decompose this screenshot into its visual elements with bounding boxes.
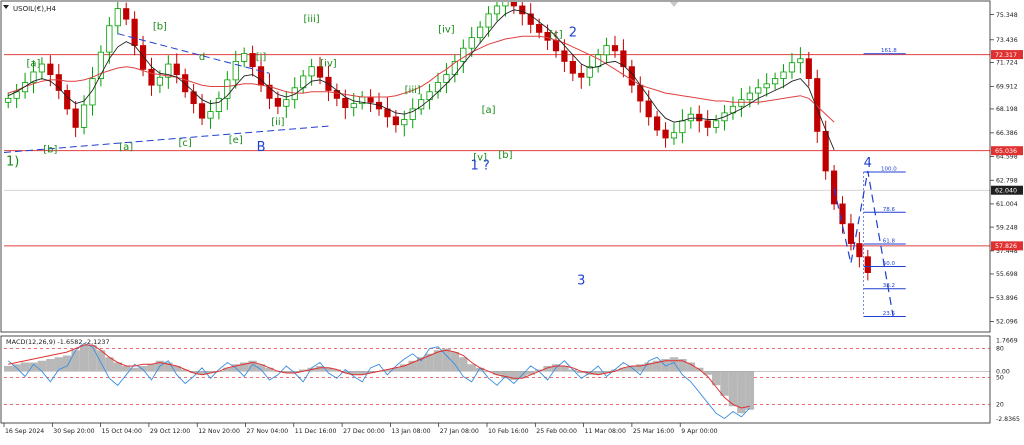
macd-histogram-bar	[88, 345, 97, 372]
time-axis-label: 13 Jan 08:00	[391, 428, 430, 435]
macd-histogram-bar	[46, 359, 55, 372]
fib-level-label: 161.8	[881, 48, 897, 54]
price-tag: 72.317	[991, 50, 1023, 60]
time-axis-label: 11 Mar 08:00	[585, 428, 626, 435]
wave-label-green: [e]	[229, 135, 243, 146]
macd-histogram-bar	[4, 366, 13, 372]
macd-histogram-bar	[459, 357, 468, 372]
price-axis-tick: 75.348	[996, 12, 1018, 19]
price-axis-tick: 61.004	[996, 201, 1018, 208]
svg-text:65.036: 65.036	[995, 148, 1017, 155]
time-axis-label: 10 Feb 16:00	[488, 428, 529, 435]
wave-label-degree: 1)	[6, 155, 19, 170]
macd-axis-tick: 80	[996, 346, 1004, 353]
macd-histogram-bar	[62, 355, 72, 372]
time-axis-label: 27 Jan 08:00	[440, 428, 479, 435]
price-axis-tick: 62.798	[996, 177, 1018, 184]
wave-label-blue: B	[257, 140, 266, 155]
time-axis-label: 30 Sep 20:00	[53, 428, 94, 435]
macd-histogram-bar	[147, 364, 156, 372]
price-tag: 65.036	[991, 146, 1023, 156]
time-axis-label: 25 Mar 16:00	[633, 428, 674, 435]
wave-label-blue: 3	[577, 273, 585, 288]
wave-label-blue: 2	[569, 25, 577, 40]
time-axis-label: 25 Feb 00:00	[536, 428, 577, 435]
price-chart-svg[interactable]: 161.8 100.0 78.6 61.8 50.0 38.2 23.6 [a] [b] [b]…	[0, 0, 1024, 441]
time-axis-label: 27 Dec 00:00	[343, 428, 385, 435]
time-axis-label: 12 Nov 20:00	[198, 428, 240, 435]
wave-label-green: [a]	[482, 105, 496, 116]
macd-histogram-bar	[728, 371, 738, 407]
macd-axis-tick: 50	[996, 375, 1004, 382]
macd-axis-tick: 1.7669	[996, 337, 1018, 344]
fib-level-label: 23.6	[883, 311, 896, 317]
macd-histogram-bar	[138, 366, 148, 372]
price-tag: 62.040	[991, 185, 1023, 195]
fib-level-label: 50.0	[883, 261, 896, 267]
wave-label-blue: 1 ?	[470, 159, 489, 174]
macd-histogram-bar	[492, 371, 502, 375]
macd-indicator-label: MACD(12,26,9) -1.6582 -2.1237	[6, 338, 110, 346]
price-axis-tick: 73.436	[996, 37, 1018, 44]
macd-histogram-bar	[669, 357, 679, 372]
wave-label-green: [c]	[549, 30, 562, 41]
symbol-label: USOIL(€),H4	[13, 5, 56, 13]
wave-label-green: [a]	[27, 59, 41, 70]
macd-histogram-bar	[745, 371, 755, 410]
wave-label-green: [b]	[498, 150, 512, 161]
fib-level-label: 78.6	[883, 207, 896, 213]
macd-histogram-bar	[37, 360, 47, 372]
macd-histogram-bar	[467, 364, 476, 372]
macd-histogram-bar	[526, 371, 535, 375]
wave-label-green: [ii]	[271, 117, 284, 128]
time-axis-label: 29 Oct 12:00	[150, 428, 190, 435]
wave-label-green: d	[199, 52, 205, 63]
chart-root: 161.8 100.0 78.6 61.8 50.0 38.2 23.6 [a] [b] [b]…	[0, 0, 1024, 441]
macd-histogram-bar	[720, 371, 729, 396]
time-axis-label: 27 Nov 04:00	[247, 428, 289, 435]
price-candle	[830, 165, 838, 210]
price-axis-tick: 59.248	[996, 224, 1018, 231]
wave-label-green: [iii]	[405, 85, 421, 96]
wave-label-green: [c]	[179, 138, 192, 149]
fib-level-label: 38.2	[883, 283, 895, 289]
price-axis-tick: 66.386	[996, 130, 1018, 137]
svg-text:62.040: 62.040	[995, 188, 1017, 195]
wave-label-green: [iv]	[438, 24, 455, 35]
wave-label-green: [a]	[119, 142, 133, 153]
wave-label-blue: 4	[864, 156, 872, 171]
macd-histogram-bar	[71, 350, 80, 372]
price-axis-tick: 53.896	[996, 295, 1018, 302]
fib-level-label: 61.8	[883, 238, 896, 244]
fib-level-label: 100.0	[881, 167, 897, 173]
price-tag: 57.826	[991, 241, 1023, 251]
price-axis-tick: 71.724	[996, 60, 1018, 67]
macd-histogram-bar	[79, 345, 89, 372]
macd-axis-tick: 20	[996, 402, 1004, 409]
macd-histogram-bar	[20, 362, 30, 372]
price-axis-tick: 55.698	[996, 271, 1018, 278]
wave-label-green: [i]	[256, 52, 267, 63]
wave-label-green: [iv]	[320, 59, 337, 70]
svg-text:57.826: 57.826	[995, 243, 1017, 250]
price-axis-tick: 69.912	[996, 84, 1018, 91]
svg-text:72.317: 72.317	[995, 52, 1017, 59]
wave-label-green: [iii]	[304, 14, 320, 25]
macd-axis-tick: -2.8365	[996, 416, 1020, 423]
wave-label-green: [b]	[153, 22, 167, 33]
time-axis-label: 16 Sep 2024	[5, 428, 44, 435]
time-axis-label: 15 Oct 04:00	[102, 428, 142, 435]
time-axis-label: 11 Dec 16:00	[295, 428, 337, 435]
price-axis-tick: 52.096	[996, 319, 1018, 326]
price-axis-tick: 68.198	[996, 106, 1018, 113]
time-axis-label: 9 Apr 00:00	[681, 428, 717, 435]
wave-label-green: [b]	[43, 144, 57, 155]
